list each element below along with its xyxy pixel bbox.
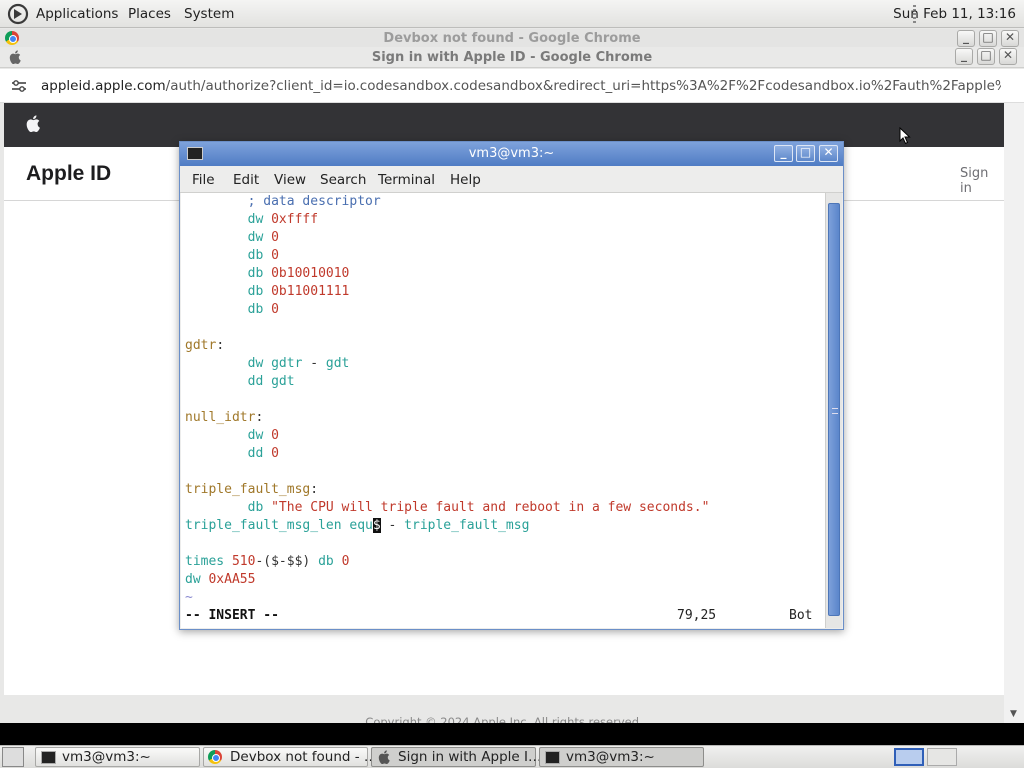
terminal-text-area[interactable]: ; data descriptor dw 0xffff dw 0 db 0 db…	[181, 193, 825, 628]
sign-in-link[interactable]: Sign in	[960, 166, 1004, 196]
code-line: dw 0	[247, 230, 279, 245]
terminal-titlebar[interactable]: vm3@vm3:~ _ □ ✕	[180, 142, 843, 166]
close-button[interactable]: ✕	[999, 48, 1017, 65]
menu-terminal[interactable]: Terminal	[378, 172, 435, 188]
menu-edit[interactable]: Edit	[233, 172, 259, 188]
code-line: dd 0	[247, 446, 279, 461]
vim-mode-indicator: -- INSERT --	[185, 608, 279, 623]
url-path: /auth/authorize?client_id=io.codesandbox…	[165, 78, 1001, 94]
minimize-button[interactable]: _	[957, 30, 975, 47]
close-button[interactable]: ✕	[1001, 30, 1019, 47]
places-menu[interactable]: Places	[128, 6, 171, 22]
code-line: null_idtr:	[185, 410, 264, 425]
minimize-button[interactable]: _	[955, 48, 973, 65]
text-cursor: $	[372, 518, 381, 533]
apple-logo-icon[interactable]	[26, 115, 40, 132]
scrollbar-thumb[interactable]	[828, 203, 840, 616]
terminal-scrollbar[interactable]	[825, 193, 842, 628]
clock[interactable]: Sun Feb 11, 13:16	[893, 6, 1016, 22]
taskbar-item-apple-signin[interactable]: Sign in with Apple I…	[371, 747, 541, 767]
show-desktop-button[interactable]	[2, 747, 24, 767]
code-line: dw gdtr - gdt	[247, 356, 350, 371]
workspace-2-button[interactable]	[927, 748, 957, 766]
page-title: Apple ID	[26, 162, 112, 185]
terminal-icon	[41, 751, 56, 764]
url-host: appleid.apple.com	[41, 78, 166, 94]
code-line: dw 0	[247, 428, 279, 443]
code-line: gdtr:	[185, 338, 225, 353]
code-line: db 0b11001111	[247, 284, 350, 299]
taskbar-item-label: vm3@vm3:~	[566, 749, 655, 765]
menu-view[interactable]: View	[274, 172, 306, 188]
code-line: times 510-($-$$) db 0	[185, 554, 350, 569]
terminal-window: vm3@vm3:~ _ □ ✕ File Edit View Search Te…	[179, 141, 844, 630]
menu-help[interactable]: Help	[450, 172, 481, 188]
mouse-pointer-icon	[899, 127, 911, 145]
system-menu[interactable]: System	[184, 6, 234, 22]
menu-file[interactable]: File	[192, 172, 215, 188]
taskbar-item-label: Devbox not found - …	[230, 749, 378, 765]
address-bar[interactable]: appleid.apple.com/auth/authorize?client_…	[0, 69, 1024, 103]
maximize-button[interactable]: □	[977, 48, 995, 65]
devbox-window-titlebar[interactable]: Devbox not found - Google Chrome _ □ ✕	[0, 29, 1024, 49]
taskbar-item-label: Sign in with Apple I…	[398, 749, 542, 765]
window-title: Devbox not found - Google Chrome	[383, 31, 641, 46]
top-panel: Applications Places System Sun Feb 11, 1…	[0, 0, 1024, 28]
code-line: db 0	[247, 248, 279, 263]
url-field[interactable]: appleid.apple.com/auth/authorize?client_…	[41, 78, 1001, 94]
apple-icon	[378, 750, 390, 764]
cursor-position: 79,25	[677, 608, 717, 623]
code-line: triple_fault_msg:	[185, 482, 319, 497]
close-button[interactable]: ✕	[819, 145, 838, 162]
taskbar-item-devbox[interactable]: Devbox not found - …	[203, 747, 377, 767]
scrollbar-grip	[832, 408, 838, 414]
terminal-icon	[545, 751, 560, 764]
window-title: Sign in with Apple ID - Google Chrome	[371, 50, 653, 65]
code-line: dd gdt	[247, 374, 295, 389]
menu-search[interactable]: Search	[320, 172, 366, 188]
terminal-title: vm3@vm3:~	[468, 146, 555, 161]
code-line: dw 0xffff	[247, 212, 319, 227]
black-strip	[0, 723, 1024, 745]
code-line: db "The CPU will triple fault and reboot…	[247, 500, 710, 515]
site-settings-icon[interactable]	[11, 79, 27, 93]
bottom-panel: vm3@vm3:~ Devbox not found - … Sign in w…	[0, 745, 1024, 768]
maximize-button[interactable]: □	[796, 145, 815, 162]
taskbar-item-terminal[interactable]: vm3@vm3:~	[35, 747, 200, 767]
terminal-menubar: File Edit View Search Terminal Help	[180, 166, 843, 193]
taskbar-item-label: vm3@vm3:~	[62, 749, 151, 765]
scroll-indicator: Bot	[789, 608, 813, 623]
minimize-button[interactable]: _	[774, 145, 793, 162]
code-line: ; data descriptor	[247, 194, 381, 209]
taskbar-item-terminal-active[interactable]: vm3@vm3:~	[539, 747, 704, 767]
code-line: db 0	[247, 302, 279, 317]
maximize-button[interactable]: □	[979, 30, 997, 47]
scroll-down-arrow-icon[interactable]: ▼	[1010, 709, 1017, 719]
apple-signin-window-titlebar[interactable]: Sign in with Apple ID - Google Chrome _ …	[0, 47, 1024, 68]
gnome-foot-icon[interactable]	[7, 3, 29, 25]
empty-line-tilde: ~	[185, 590, 193, 605]
code-line: db 0b10010010	[247, 266, 350, 281]
code-line: dw 0xAA55	[185, 572, 256, 587]
applications-menu[interactable]: Applications	[36, 6, 118, 22]
chrome-icon	[208, 750, 222, 764]
page-scrollbar[interactable]: ▼	[1004, 103, 1024, 723]
workspace-1-button[interactable]	[894, 748, 924, 766]
code-line: triple_fault_msg_len equ$ - triple_fault…	[185, 518, 530, 533]
